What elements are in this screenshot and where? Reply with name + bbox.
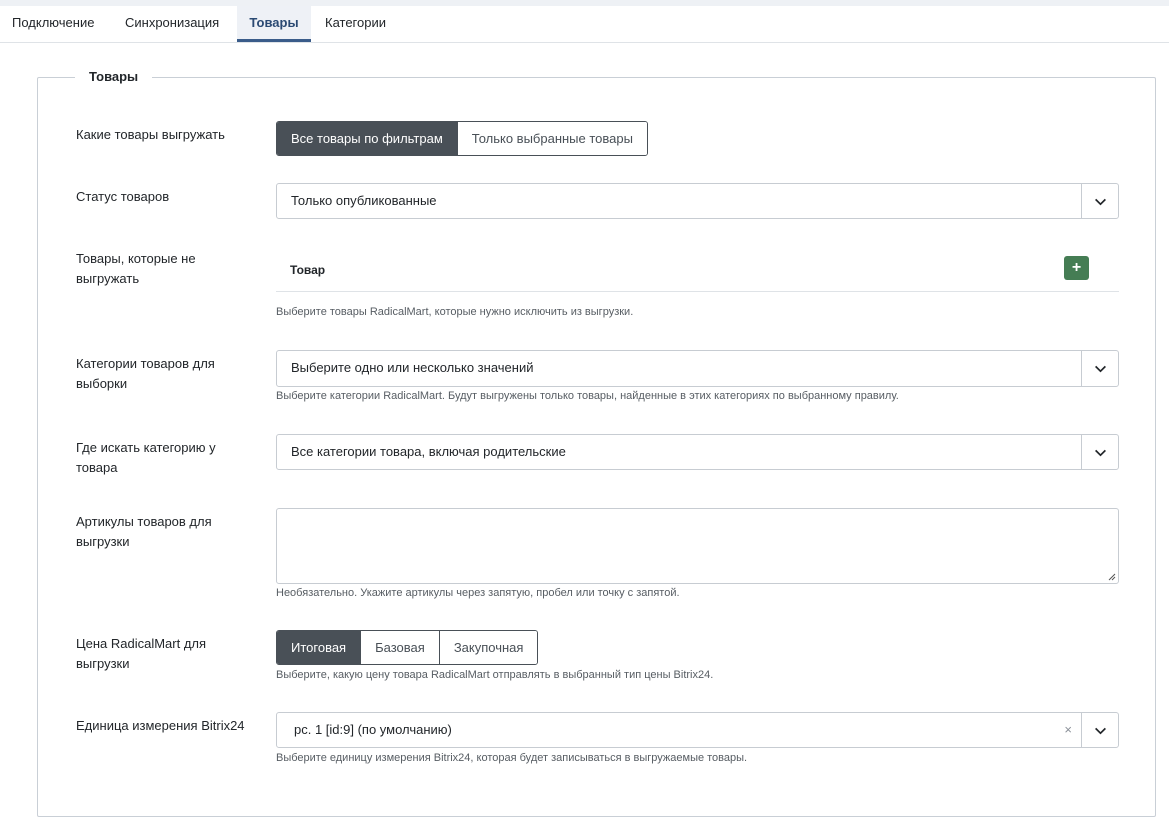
category-search-label: Где искать категорию у товара — [76, 440, 216, 475]
unit-value: pc. 1 [id:9] (по умолчанию) — [294, 722, 452, 737]
skus-description: Необязательно. Укажите артикулы через за… — [276, 587, 680, 599]
chevron-down-icon — [1081, 351, 1118, 386]
categories-placeholder: Выберите одно или несколько значений — [291, 360, 534, 375]
price-label: Цена RadicalMart для выгрузки — [76, 636, 207, 671]
status-select[interactable]: Только опубликованные — [276, 183, 1119, 219]
status-value: Только опубликованные — [291, 193, 437, 208]
which-products-toggle: Все товары по фильтрам Только выбранные … — [276, 121, 648, 156]
only-selected-button[interactable]: Только выбранные товары — [456, 122, 647, 155]
status-label: Статус товаров — [76, 189, 170, 204]
which-products-label: Какие товары выгружать — [76, 127, 225, 142]
exclude-description: Выберите товары RadicalMart, которые нуж… — [276, 306, 634, 318]
resize-handle-icon[interactable] — [1107, 572, 1116, 581]
tab-products[interactable]: Товары — [237, 6, 311, 42]
skus-label: Артикулы товаров для выгрузки — [76, 514, 212, 549]
categories-description: Выберите категории RadicalMart. Будут вы… — [276, 390, 899, 402]
unit-label: Единица измерения Bitrix24 — [76, 718, 245, 733]
product-column-header: Товар — [290, 263, 326, 277]
clear-icon[interactable]: × — [1064, 713, 1072, 747]
price-description: Выберите, какую цену товара RadicalMart … — [276, 669, 714, 681]
chevron-down-icon — [1081, 184, 1118, 218]
skus-textarea[interactable] — [276, 508, 1119, 584]
unit-description: Выберите единицу измерения Bitrix24, кот… — [276, 752, 748, 764]
categories-label: Категории товаров для выборки — [76, 356, 215, 391]
all-by-filter-button[interactable]: Все товары по фильтрам — [277, 122, 457, 155]
add-row-button[interactable]: + — [1064, 256, 1089, 280]
category-search-value: Все категории товара, включая родительск… — [291, 444, 566, 459]
tab-connection[interactable]: Подключение — [0, 6, 106, 40]
chevron-down-icon — [1081, 713, 1118, 747]
exclude-label: Товары, которые не выгружать — [76, 251, 196, 286]
price-toggle: Итоговая Базовая Закупочная — [276, 630, 539, 665]
category-search-select[interactable]: Все категории товара, включая родительск… — [276, 434, 1119, 470]
unit-select[interactable]: pc. 1 [id:9] (по умолчанию) × — [276, 712, 1119, 748]
price-final-button[interactable]: Итоговая — [277, 631, 361, 664]
fieldset-legend: Товары — [75, 69, 153, 84]
tab-sync[interactable]: Синхронизация — [113, 6, 231, 40]
chevron-down-icon — [1081, 435, 1118, 469]
categories-select[interactable]: Выберите одно или несколько значений — [276, 350, 1119, 387]
price-base-button[interactable]: Базовая — [360, 631, 439, 664]
price-purchase-button[interactable]: Закупочная — [438, 631, 538, 664]
tab-categories[interactable]: Категории — [312, 6, 399, 40]
exclude-table-header: Товар + — [276, 253, 1119, 292]
tab-bar: Подключение Синхронизация Товары Категор… — [0, 6, 1169, 43]
